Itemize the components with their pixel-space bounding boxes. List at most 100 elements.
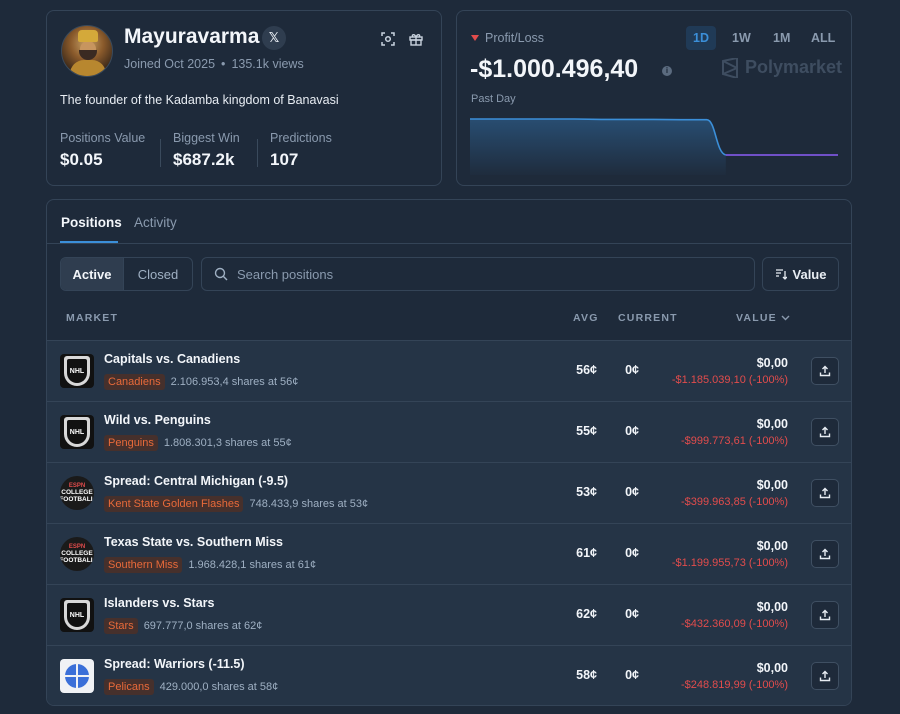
column-value-label: VALUE [736, 312, 777, 324]
college-football-logo: ESPN COLLEGE FOOTBALL [60, 537, 94, 571]
market-title[interactable]: Wild vs. Penguins [104, 413, 211, 427]
info-icon[interactable]: i [662, 66, 672, 76]
share-icon [819, 426, 831, 438]
share-icon [819, 670, 831, 682]
column-avg[interactable]: AVG [573, 312, 599, 324]
shares-text: 748.433,9 shares at 53¢ [249, 498, 369, 510]
positions-card: Positions Activity Active Closed Value M… [46, 199, 852, 706]
outcome-badge: Southern Miss [104, 557, 183, 573]
pnl-label: Profit/Loss [485, 31, 545, 45]
sort-label: Value [792, 266, 827, 282]
profile-card: Mayuravarma 𝕏 Joined Oct 2025 • 135.1k vie… [46, 10, 442, 186]
outcome-badge: Stars [104, 618, 138, 634]
gift-icon[interactable] [408, 31, 424, 47]
joined-date: Joined Oct 2025 [124, 57, 216, 71]
positions-list: NHL Capitals vs. Canadiens Canadiens 2.1… [47, 340, 851, 705]
timeframe-1w[interactable]: 1W [725, 26, 758, 50]
position-row[interactable]: NHL Islanders vs. Stars Stars 697.777,0 … [47, 584, 851, 645]
share-button[interactable] [811, 418, 839, 446]
sort-button[interactable]: Value [762, 257, 839, 291]
share-button[interactable] [811, 357, 839, 385]
avg-price: 58¢ [576, 668, 597, 682]
avatar[interactable] [61, 25, 113, 77]
outcome-badge: Penguins [104, 435, 158, 451]
position-value: $0,00 [756, 661, 788, 675]
search-icon [214, 267, 228, 281]
current-price: 0¢ [625, 607, 639, 621]
market-subtitle: Pelicans 429.000,0 shares at 58¢ [104, 679, 278, 695]
timeframe-1m[interactable]: 1M [766, 26, 797, 50]
position-pnl: -$399.963,85 (-100%) [680, 496, 788, 508]
tab-activity[interactable]: Activity [134, 215, 177, 230]
divider [160, 139, 161, 167]
active-tab-indicator [60, 241, 118, 243]
pnl-chart [470, 118, 838, 175]
tab-positions[interactable]: Positions [61, 215, 122, 230]
down-triangle-icon [471, 35, 479, 41]
x-icon[interactable]: 𝕏 [262, 26, 286, 50]
position-row[interactable]: NHL Capitals vs. Canadiens Canadiens 2.1… [47, 340, 851, 401]
market-title[interactable]: Capitals vs. Canadiens [104, 352, 240, 366]
filter-active-button[interactable]: Active [61, 258, 124, 290]
basketball-logo [60, 659, 94, 693]
market-title[interactable]: Texas State vs. Southern Miss [104, 535, 283, 549]
position-row[interactable]: ESPN COLLEGE FOOTBALL Spread: Central Mich… [47, 462, 851, 523]
position-row[interactable]: NHL Wild vs. Penguins Penguins 1.808.301… [47, 401, 851, 462]
sort-icon [775, 269, 787, 280]
position-value: $0,00 [756, 478, 788, 492]
stat-biggest-win: Biggest Win $687.2k [173, 131, 240, 170]
chevron-down-icon [781, 315, 790, 321]
search-input[interactable] [237, 266, 717, 282]
pnl-value: -$1.000.496,40 [470, 55, 639, 83]
stat-value: $687.2k [173, 150, 235, 169]
current-price: 0¢ [625, 485, 639, 499]
share-button[interactable] [811, 662, 839, 690]
column-current[interactable]: CURRENT [618, 312, 678, 324]
stat-value: $0.05 [60, 150, 103, 169]
shares-text: 429.000,0 shares at 58¢ [159, 681, 279, 693]
share-button[interactable] [811, 479, 839, 507]
scan-icon[interactable] [380, 31, 396, 47]
view-count: 135.1k views [231, 57, 304, 71]
share-button[interactable] [811, 540, 839, 568]
market-subtitle: Southern Miss 1.968.428,1 shares at 61¢ [104, 557, 316, 573]
nhl-logo: NHL [60, 415, 94, 449]
outcome-badge: Canadiens [104, 374, 165, 390]
current-price: 0¢ [625, 424, 639, 438]
market-subtitle: Kent State Golden Flashes 748.433,9 shar… [104, 496, 368, 512]
filter-closed-button[interactable]: Closed [124, 258, 192, 290]
position-value: $0,00 [756, 356, 788, 370]
timeframe-1d[interactable]: 1D [686, 26, 716, 50]
market-title[interactable]: Islanders vs. Stars [104, 596, 214, 610]
avg-price: 53¢ [576, 485, 597, 499]
position-value: $0,00 [756, 539, 788, 553]
market-subtitle: Stars 697.777,0 shares at 62¢ [104, 618, 262, 634]
profile-meta: Joined Oct 2025 • 135.1k views [124, 57, 304, 71]
shares-text: 697.777,0 shares at 62¢ [143, 620, 263, 632]
share-icon [819, 487, 831, 499]
outcome-badge: Pelicans [104, 679, 154, 695]
avg-price: 56¢ [576, 363, 597, 377]
position-pnl: -$999.773,61 (-100%) [680, 435, 788, 447]
market-title[interactable]: Spread: Central Michigan (-9.5) [104, 474, 288, 488]
position-row[interactable]: Spread: Warriors (-11.5) Pelicans 429.00… [47, 645, 851, 705]
market-title[interactable]: Spread: Warriors (-11.5) [104, 657, 245, 671]
shares-text: 2.106.953,4 shares at 56¢ [170, 376, 299, 388]
search-box [201, 257, 755, 291]
share-icon [819, 609, 831, 621]
stat-positions-value: Positions Value $0.05 [60, 131, 145, 170]
share-icon [819, 365, 831, 377]
share-icon [819, 548, 831, 560]
share-button[interactable] [811, 601, 839, 629]
current-price: 0¢ [625, 668, 639, 682]
column-market: MARKET [66, 312, 119, 324]
position-pnl: -$1.199.955,73 (-100%) [671, 557, 788, 569]
position-row[interactable]: ESPN COLLEGE FOOTBALL Texas State vs. Sout… [47, 523, 851, 584]
stat-label: Predictions [270, 131, 332, 145]
timeframe-all[interactable]: ALL [804, 26, 842, 50]
status-filter: Active Closed [60, 257, 193, 291]
stat-predictions: Predictions 107 [270, 131, 332, 170]
college-football-logo: ESPN COLLEGE FOOTBALL [60, 476, 94, 510]
avg-price: 62¢ [576, 607, 597, 621]
column-value[interactable]: VALUE [736, 312, 790, 324]
